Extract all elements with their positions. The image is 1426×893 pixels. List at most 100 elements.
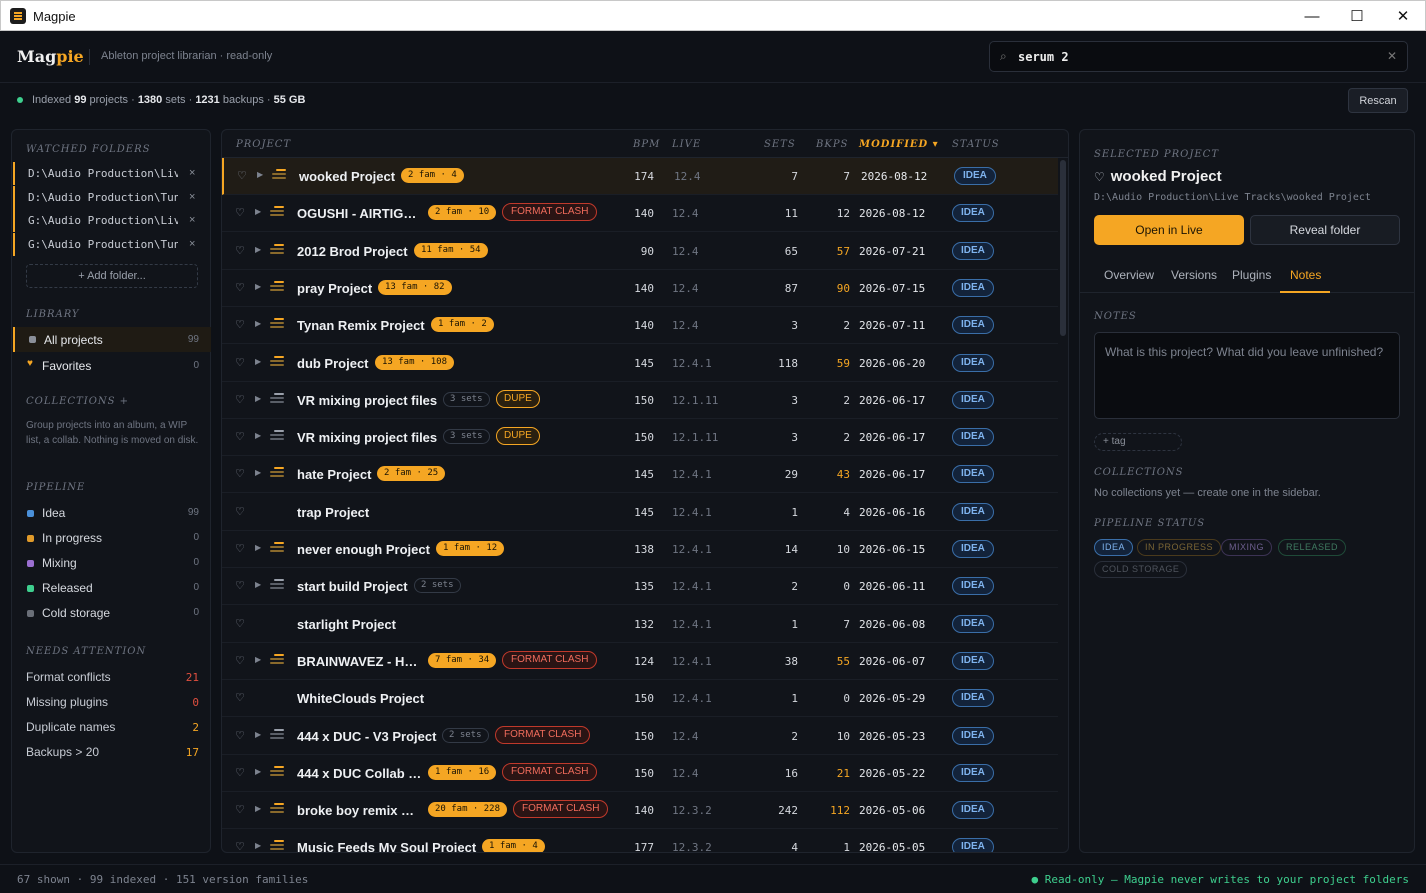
expand-chevron-icon[interactable]: ▶ [255, 319, 261, 328]
favorite-heart-icon[interactable]: ♡ [235, 766, 245, 779]
table-row[interactable]: ♡ starlight Project 132 12.4.1 1 7 2026-06-08 I… [222, 606, 1058, 643]
open-in-live-button[interactable]: Open in Live [1094, 215, 1244, 245]
expand-chevron-icon[interactable]: ▶ [255, 580, 261, 589]
favorite-heart-icon[interactable]: ♡ [235, 505, 245, 518]
expand-chevron-icon[interactable]: ▶ [257, 170, 263, 179]
minimize-icon[interactable]: — [1289, 1, 1335, 31]
favorite-heart-icon[interactable]: ♡ [237, 169, 247, 182]
favorite-heart-icon[interactable]: ♡ [235, 393, 245, 406]
favorite-heart-icon[interactable]: ♡ [235, 579, 245, 592]
pipeline-pill-in-progress[interactable]: IN PROGRESS [1137, 539, 1222, 556]
favorite-heart-icon[interactable]: ♡ [235, 654, 245, 667]
status-badge[interactable]: IDEA [952, 316, 994, 335]
expand-chevron-icon[interactable]: ▶ [255, 357, 261, 366]
remove-folder-icon[interactable]: × [189, 167, 195, 179]
status-badge[interactable]: IDEA [952, 540, 994, 558]
maximize-icon[interactable]: ☐ [1334, 1, 1380, 31]
table-row[interactable]: ♡ ▶ pray Project 140 12.4 87 90 2026-07-15 IDEA 1… [222, 270, 1058, 307]
status-badge[interactable]: IDEA [952, 577, 994, 596]
table-row[interactable]: ♡ ▶ Music Feeds My Soul Project 177 12.3.2 4 1… [222, 829, 1058, 852]
search-input[interactable]: serum 2 [1018, 50, 1069, 64]
remove-folder-icon[interactable]: × [189, 238, 195, 250]
favorite-heart-icon[interactable]: ♡ [235, 803, 245, 816]
table-row[interactable]: ♡ ▶ never enough Project 138 12.4.1 14 10 2026-… [222, 531, 1058, 568]
table-scrollbar[interactable] [1060, 160, 1066, 336]
favorite-heart-icon[interactable]: ♡ [235, 318, 245, 331]
status-badge[interactable]: IDEA [952, 241, 994, 260]
favorite-heart-icon[interactable]: ♡ [1094, 170, 1105, 184]
col-live[interactable]: LIVE [672, 139, 701, 150]
table-row[interactable]: ♡ trap Project 145 12.4.1 1 4 2026-06-16 IDEA [222, 494, 1058, 531]
favorite-heart-icon[interactable]: ♡ [235, 430, 245, 443]
status-badge[interactable]: IDEA [952, 428, 994, 447]
status-badge[interactable]: IDEA [952, 465, 994, 484]
table-row[interactable]: ♡ ▶ start build Project 135 12.4.1 2 0 2026-06-… [222, 568, 1058, 606]
col-bpm[interactable]: BPM [633, 139, 660, 150]
pipeline-pill-released[interactable]: RELEASED [1278, 539, 1347, 556]
sidebar-item-attention[interactable]: Format conflicts 21 [13, 665, 211, 689]
rescan-button[interactable]: Rescan [1348, 88, 1408, 113]
col-project[interactable]: PROJECT [236, 139, 291, 150]
close-icon[interactable]: ✕ [1380, 1, 1426, 31]
expand-chevron-icon[interactable]: ▶ [255, 543, 261, 552]
table-row[interactable]: ♡ WhiteClouds Project 150 12.4.1 1 0 2026-05-2… [222, 680, 1058, 718]
status-badge[interactable]: IDEA [952, 278, 994, 297]
sidebar-item-pipeline[interactable]: In progress 0 [13, 526, 211, 550]
sidebar-item-attention[interactable]: Duplicate names 2 [13, 715, 211, 739]
status-badge[interactable]: IDEA [952, 651, 994, 670]
expand-chevron-icon[interactable]: ▶ [255, 431, 261, 440]
pipeline-pill-cold-storage[interactable]: COLD STORAGE [1094, 561, 1188, 578]
expand-chevron-icon[interactable]: ▶ [255, 841, 261, 850]
table-row[interactable]: ♡ ▶ VR mixing project files 150 12.1.11 3 2 202… [222, 419, 1058, 457]
favorite-heart-icon[interactable]: ♡ [235, 617, 245, 630]
favorite-heart-icon[interactable]: ♡ [235, 542, 245, 555]
clear-search-icon[interactable]: ✕ [1387, 49, 1397, 63]
sidebar-item-pipeline[interactable]: Released 0 [13, 576, 211, 600]
status-badge[interactable]: IDEA [952, 502, 994, 521]
notes-textarea[interactable]: What is this project? What did you leave… [1094, 332, 1400, 419]
favorite-heart-icon[interactable]: ♡ [235, 244, 245, 257]
status-badge[interactable]: IDEA [952, 689, 994, 708]
favorite-heart-icon[interactable]: ♡ [235, 729, 245, 742]
watched-folder[interactable]: G:\Audio Production\Tunes × [13, 233, 211, 256]
status-badge[interactable]: IDEA [952, 838, 994, 852]
table-row[interactable]: ♡ ▶ VR mixing project files 150 12.1.11 3 2 202… [222, 382, 1058, 419]
reveal-folder-button[interactable]: Reveal folder [1250, 215, 1400, 245]
collections-heading[interactable]: COLLECTIONS + [26, 396, 129, 407]
tab-plugins[interactable]: Plugins [1232, 268, 1271, 282]
table-row[interactable]: ♡ ▶ 2012 Brod Project 90 12.4 65 57 2026-07-21 I… [222, 233, 1058, 270]
watched-folder[interactable]: G:\Audio Production\Live Tracks× [13, 209, 211, 232]
table-row[interactable]: ♡ ▶ dub Project 145 12.4.1 118 59 2026-06-20 IDE… [222, 345, 1058, 382]
expand-chevron-icon[interactable]: ▶ [255, 245, 261, 254]
watched-folder[interactable]: D:\Audio Production\Live Tracks× [13, 162, 211, 185]
table-row[interactable]: ♡ ▶ Tynan Remix Project 140 12.4 3 2 2026-07-11… [222, 307, 1058, 345]
remove-folder-icon[interactable]: × [189, 214, 195, 226]
table-row[interactable]: ♡ ▶ broke boy remix Project 140 12.3.2 242 112… [222, 792, 1058, 830]
pipeline-pill-idea[interactable]: IDEA [1094, 539, 1134, 556]
table-row[interactable]: ♡ ▶ hate Project 145 12.4.1 29 43 2026-06-17 IDE… [222, 456, 1058, 494]
pipeline-pill-mixing[interactable]: MIXING [1221, 539, 1273, 556]
status-badge[interactable]: IDEA [952, 801, 994, 820]
add-folder-button[interactable]: + Add folder... [26, 264, 198, 288]
sidebar-item-all-projects[interactable]: All projects 99 [13, 327, 211, 352]
table-row[interactable]: ♡ ▶ OGUSHI - AIRTIGHT Project 140 12.4 11 12 20… [222, 195, 1058, 233]
status-badge[interactable]: IDEA [952, 614, 994, 633]
tab-overview[interactable]: Overview [1104, 268, 1154, 282]
expand-chevron-icon[interactable]: ▶ [255, 730, 261, 739]
favorite-heart-icon[interactable]: ♡ [235, 691, 245, 704]
watched-folder[interactable]: D:\Audio Production\Tunes × [13, 186, 211, 209]
favorite-heart-icon[interactable]: ♡ [235, 467, 245, 480]
expand-chevron-icon[interactable]: ▶ [255, 282, 261, 291]
sidebar-item-pipeline[interactable]: Idea 99 [13, 501, 211, 525]
favorite-heart-icon[interactable]: ♡ [235, 281, 245, 294]
status-badge[interactable]: IDEA [952, 390, 994, 409]
status-badge[interactable]: IDEA [952, 763, 994, 782]
sidebar-item-pipeline[interactable]: Mixing 0 [13, 551, 211, 575]
expand-chevron-icon[interactable]: ▶ [255, 804, 261, 813]
expand-chevron-icon[interactable]: ▶ [255, 767, 261, 776]
table-row[interactable]: ♡ ▶ BRAINWAVEZ - Hollow Project 124 12.4.1 38… [222, 643, 1058, 680]
favorite-heart-icon[interactable]: ♡ [235, 206, 245, 219]
expand-chevron-icon[interactable]: ▶ [255, 468, 261, 477]
search-box[interactable]: ⌕ serum 2 ✕ [989, 41, 1408, 72]
table-row[interactable]: ♡ ▶ 444 x DUC Collab Project 150 12.4 16 21 202… [222, 755, 1058, 792]
